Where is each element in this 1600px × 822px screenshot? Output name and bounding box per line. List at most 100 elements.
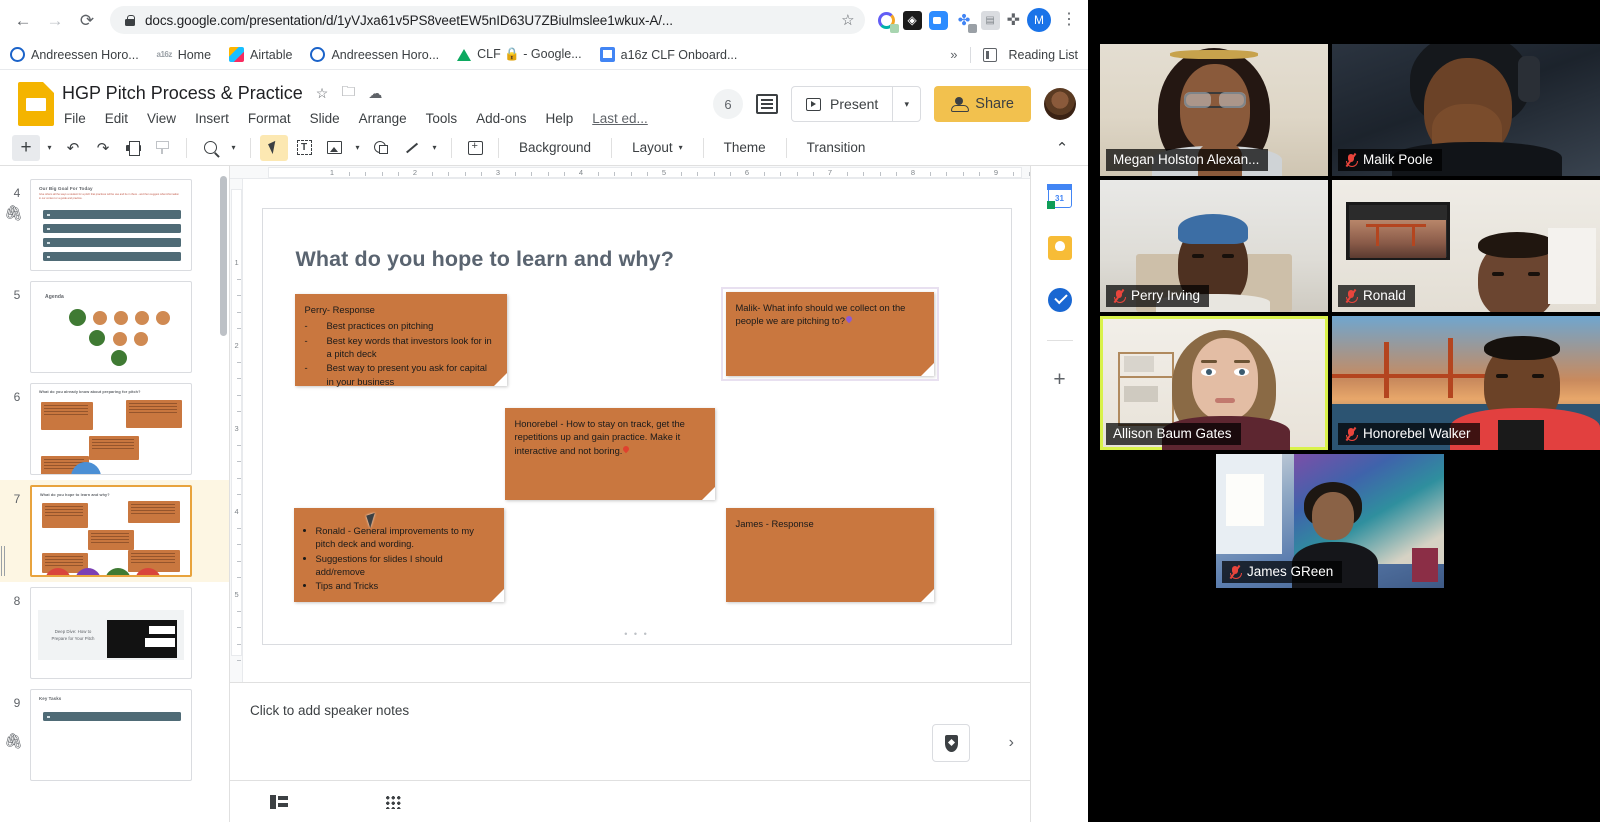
drag-handle-dots[interactable]: • • • [624, 629, 648, 639]
bookmarks-overflow-icon[interactable]: » [950, 47, 957, 62]
profile-avatar[interactable]: M [1027, 8, 1051, 32]
star-icon[interactable]: ☆ [316, 85, 329, 102]
zoom-button[interactable] [196, 135, 224, 161]
participant-tile-ronald[interactable]: Ronald [1332, 180, 1600, 312]
new-slide-caret-icon[interactable]: ▾ [42, 135, 57, 161]
filmstrip-slide-7[interactable]: 7 What do you hope to learn and why? [0, 480, 229, 582]
filmstrip-slide-8[interactable]: 8 Deep Dive: How to Prepare for Your Pit… [0, 582, 229, 684]
bookmark-home[interactable]: a16z Home [157, 47, 211, 62]
menu-view[interactable]: View [145, 110, 178, 127]
participant-tile-malik[interactable]: Malik Poole [1332, 44, 1600, 176]
menu-insert[interactable]: Insert [193, 110, 231, 127]
shape-tool-button[interactable] [367, 135, 395, 161]
filmstrip-scrollbar[interactable] [220, 176, 227, 336]
new-slide-button[interactable]: + [12, 135, 40, 161]
zoom-extension-icon[interactable] [929, 11, 948, 30]
theme-button[interactable]: Theme [713, 135, 777, 161]
move-to-folder-icon[interactable]: 🗀 [341, 81, 355, 105]
sticky-note-james[interactable]: James - Response [726, 508, 934, 602]
filmstrip-view-icon[interactable] [264, 790, 294, 814]
menu-slide[interactable]: Slide [308, 110, 342, 127]
slide-filmstrip[interactable]: 4 Our Big Goal For Today Give others all… [0, 166, 230, 822]
bookmark-airtable[interactable]: Airtable [229, 47, 292, 62]
extensions-puzzle-icon[interactable]: ✜ [1007, 10, 1020, 30]
slide-thumbnail[interactable]: Agenda [30, 281, 192, 373]
grid-view-icon[interactable] [378, 790, 408, 814]
back-button[interactable]: ← [8, 5, 38, 35]
paint-format-button[interactable] [149, 135, 177, 161]
participant-tile-perry[interactable]: Perry Irving [1100, 180, 1328, 312]
sticky-note-perry[interactable]: Perry- Response -Best practices on pitch… [295, 294, 507, 386]
collapse-toolbar-icon[interactable]: ⌃ [1048, 135, 1076, 161]
cloud-saved-icon[interactable]: ☁ [368, 85, 382, 102]
explore-button[interactable] [932, 724, 970, 762]
google-calendar-icon[interactable]: 31 [1048, 184, 1072, 208]
menu-file[interactable]: File [62, 110, 88, 127]
add-addon-button[interactable]: + [1053, 369, 1065, 390]
menu-edit[interactable]: Edit [103, 110, 130, 127]
undo-button[interactable]: ↶ [59, 135, 87, 161]
dark-reader-extension-icon[interactable]: ◈ [903, 11, 922, 30]
slide-thumbnail[interactable]: What do you already know about preparing… [30, 383, 192, 475]
slide-thumbnail[interactable]: Deep Dive: How to Prepare for Your Pitch [30, 587, 192, 679]
menu-format[interactable]: Format [246, 110, 293, 127]
sticky-note-ronald[interactable]: Ronald - General improvements to my pitc… [294, 508, 504, 602]
address-bar[interactable]: docs.google.com/presentation/d/1yVJxa61v… [110, 6, 865, 34]
google-tasks-icon[interactable] [1048, 288, 1072, 312]
filmstrip-slide-9[interactable]: 9 Key Tasks 🖇 [0, 684, 229, 786]
bookmark-andreessen-2[interactable]: Andreessen Horo... [310, 47, 439, 62]
transition-button[interactable]: Transition [796, 135, 877, 161]
participant-tile-megan[interactable]: Megan Holston Alexan... [1100, 44, 1328, 176]
comment-history-icon[interactable] [756, 94, 778, 114]
sticky-note-malik[interactable]: Malik- What info should we collect on th… [726, 292, 934, 376]
bookmark-clf-drive[interactable]: CLF 🔒 - Google... [457, 47, 582, 62]
slide-thumbnail[interactable]: Key Tasks [30, 689, 192, 781]
text-box-tool-button[interactable]: T [290, 135, 318, 161]
loom-extension-icon[interactable] [877, 11, 896, 30]
filmstrip-slide-5[interactable]: 5 Agenda [0, 276, 229, 378]
select-tool-button[interactable] [260, 135, 288, 161]
filmstrip-slide-4[interactable]: 4 Our Big Goal For Today Give others all… [0, 174, 229, 276]
redo-button[interactable]: ↷ [89, 135, 117, 161]
reading-list-label[interactable]: Reading List [1009, 48, 1079, 62]
expand-panel-icon[interactable]: › [1009, 734, 1014, 752]
participant-tile-allison[interactable]: Allison Baum Gates [1100, 316, 1328, 450]
reload-button[interactable]: ⟳ [72, 5, 102, 35]
collaborator-count-chip[interactable]: 6 [713, 89, 743, 119]
speaker-notes-placeholder[interactable]: Click to add speaker notes [250, 703, 1010, 718]
background-button[interactable]: Background [508, 135, 602, 161]
document-title[interactable]: HGP Pitch Process & Practice [62, 83, 303, 104]
menu-addons[interactable]: Add-ons [474, 110, 528, 127]
bookmark-a16z-clf-onboard[interactable]: a16z CLF Onboard... [600, 47, 738, 62]
slide-thumbnail[interactable]: What do you hope to learn and why? [30, 485, 192, 577]
account-avatar[interactable] [1044, 88, 1076, 120]
google-keep-icon[interactable] [1048, 236, 1072, 260]
line-tool-button[interactable] [397, 135, 425, 161]
menu-arrange[interactable]: Arrange [357, 110, 409, 127]
layout-button[interactable]: Layout ▾ [621, 135, 694, 161]
speaker-notes-pane[interactable]: Click to add speaker notes › [230, 682, 1030, 780]
sticky-note-honorebel[interactable]: Honorebel - How to stay on track, get th… [505, 408, 715, 500]
participant-tile-james[interactable]: James GReen [1216, 454, 1444, 588]
present-button[interactable]: Present [792, 87, 892, 121]
slide-thumbnail[interactable]: Our Big Goal For Today Give others all t… [30, 179, 192, 271]
menu-help[interactable]: Help [543, 110, 575, 127]
present-dropdown-caret-icon[interactable]: ▾ [892, 87, 920, 121]
line-caret-icon[interactable]: ▾ [427, 135, 442, 161]
grey-extension-icon[interactable]: ▤ [981, 11, 1000, 30]
current-slide[interactable]: What do you hope to learn and why? Perry… [262, 208, 1012, 645]
insert-image-button[interactable] [320, 135, 348, 161]
last-edit-label[interactable]: Last ed... [590, 110, 650, 127]
zoom-caret-icon[interactable]: ▾ [226, 135, 241, 161]
panel-resize-grip[interactable] [1, 546, 6, 576]
forward-button[interactable]: → [40, 5, 70, 35]
gem-extension-icon[interactable]: ✤ [955, 11, 974, 30]
menu-tools[interactable]: Tools [424, 110, 460, 127]
bookmark-andreessen-1[interactable]: Andreessen Horo... [10, 47, 139, 62]
slide-title[interactable]: What do you hope to learn and why? [296, 247, 674, 272]
share-button[interactable]: Share [934, 86, 1031, 122]
participant-tile-honorebel[interactable]: Honorebel Walker [1332, 316, 1600, 450]
print-button[interactable] [119, 135, 147, 161]
bookmark-star-icon[interactable]: ☆ [841, 11, 854, 29]
chrome-menu-icon[interactable]: ⋮ [1058, 12, 1080, 28]
